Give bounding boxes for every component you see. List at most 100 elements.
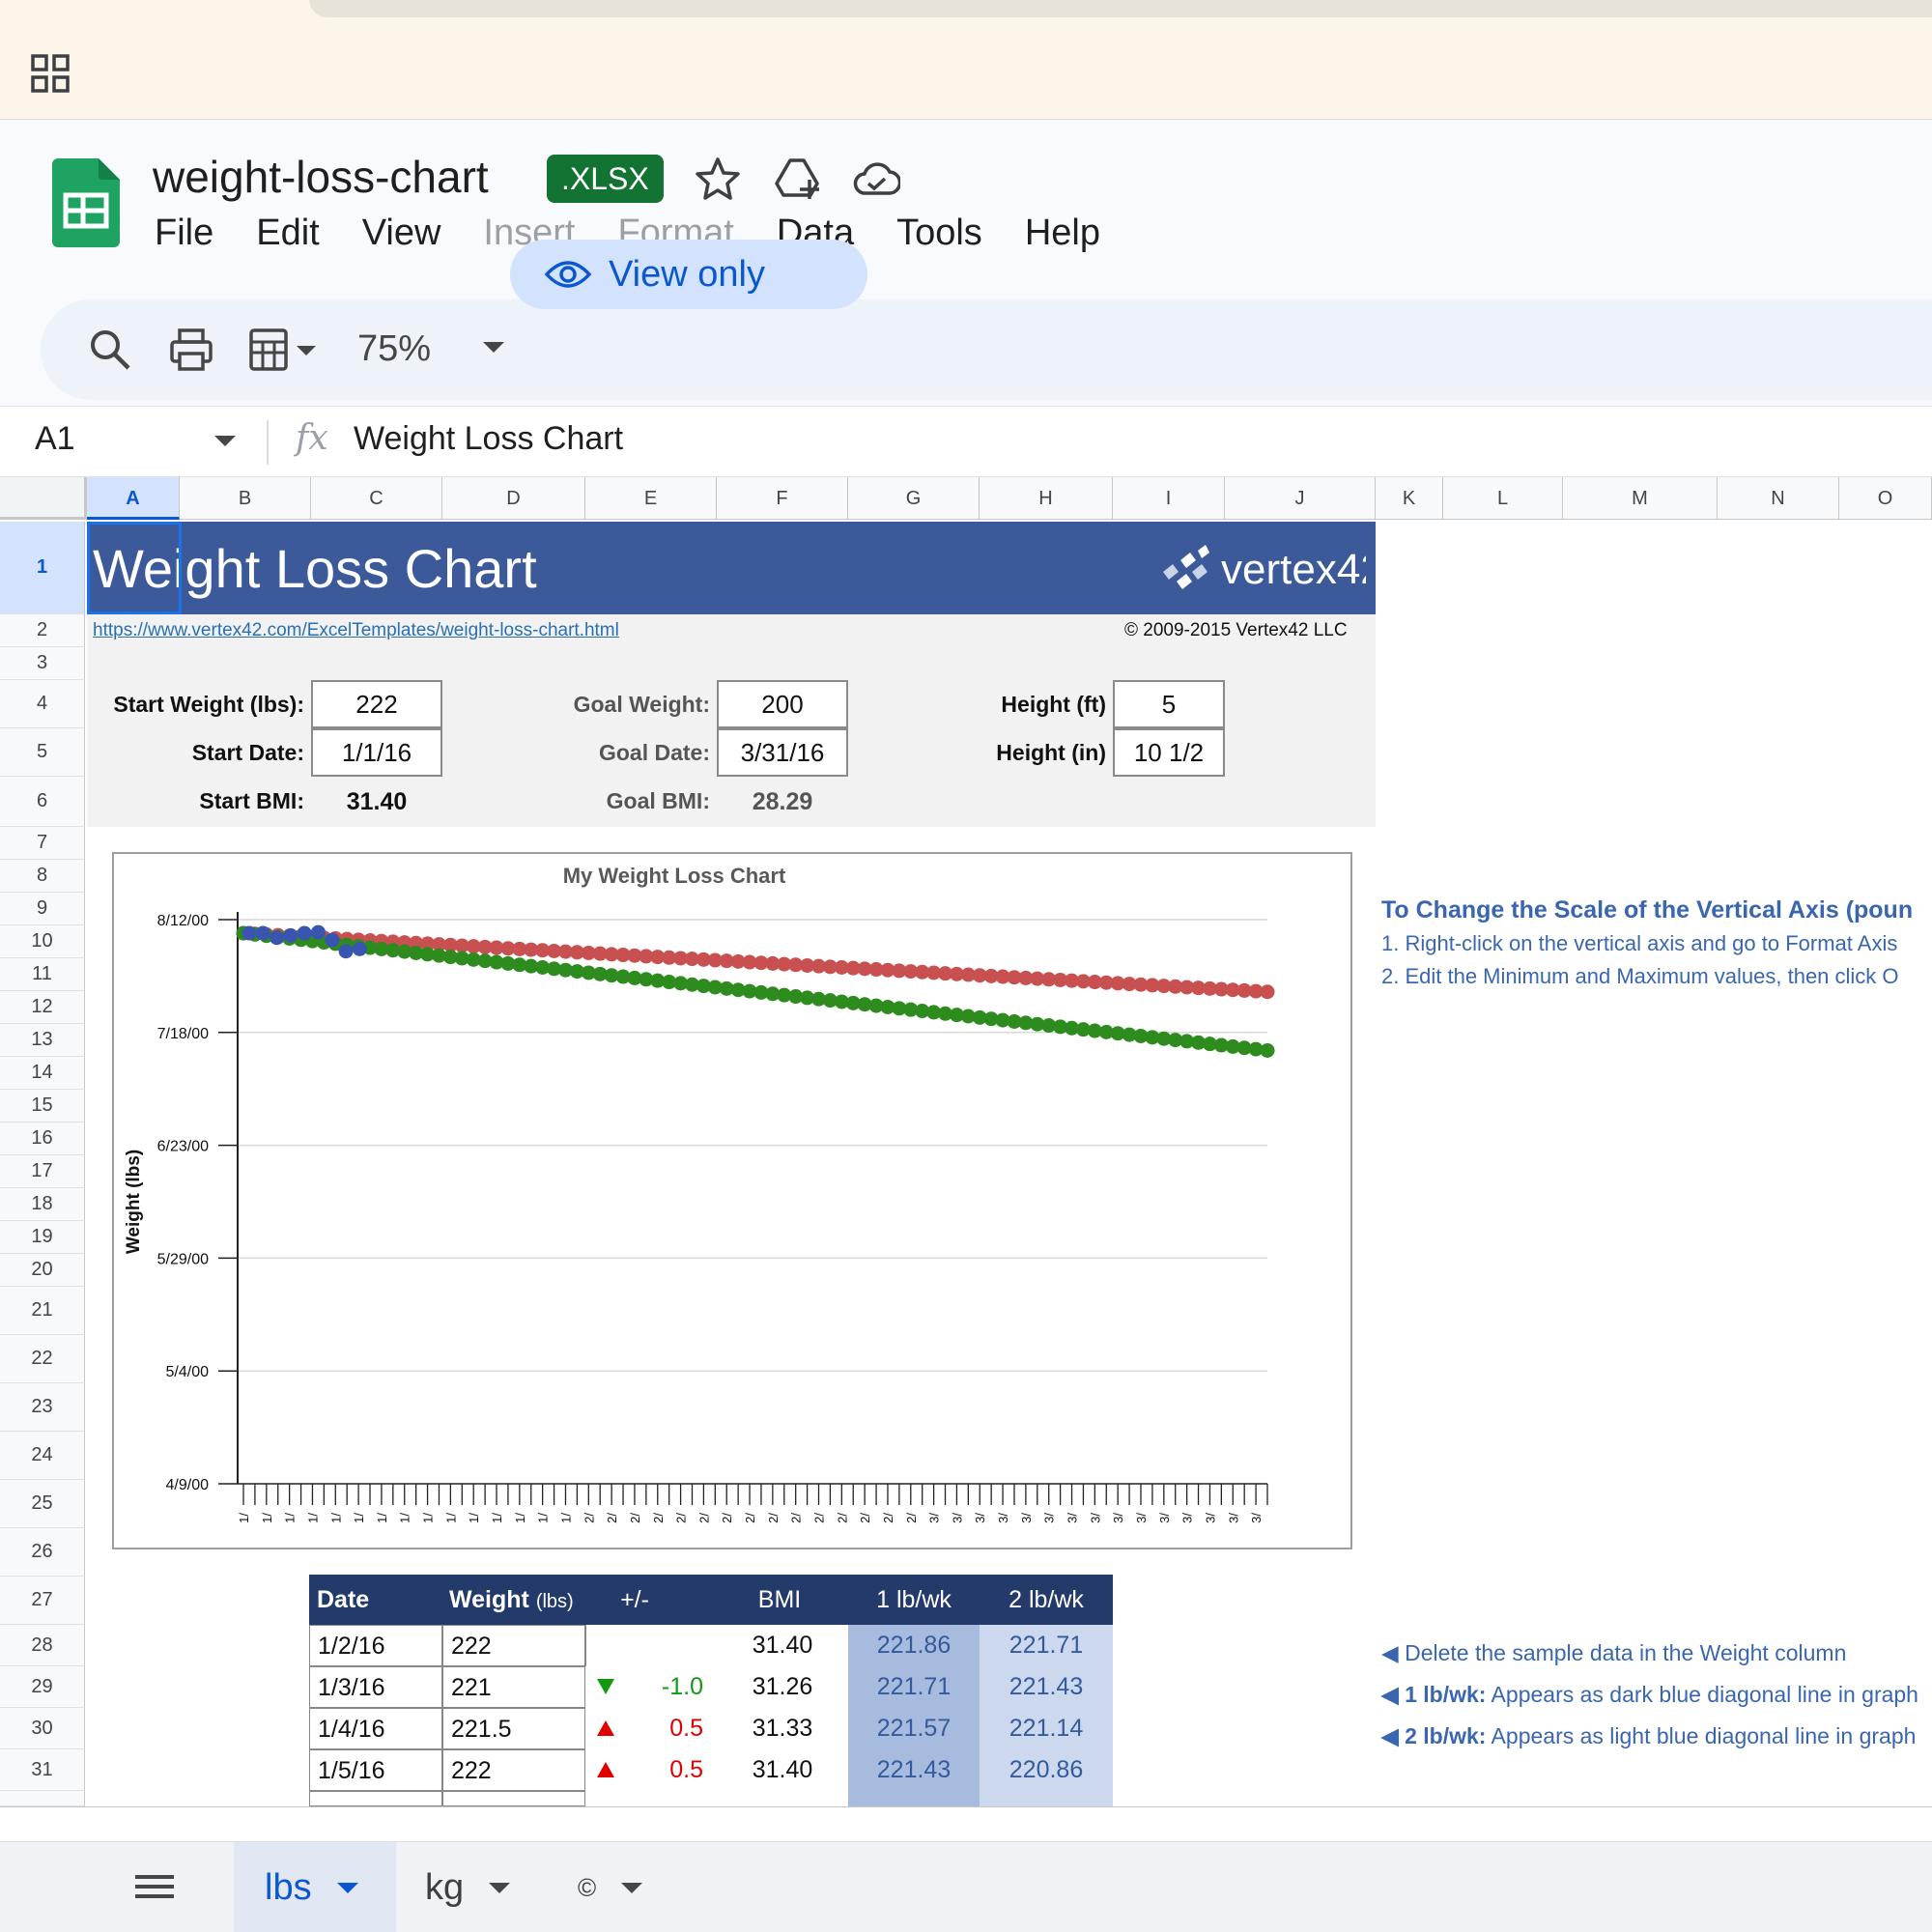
search-icon[interactable] (85, 325, 135, 375)
chevron-down-icon[interactable] (336, 1882, 358, 1893)
row-header-18[interactable]: 18 (0, 1188, 85, 1221)
cell-date[interactable]: 1/2/16 (309, 1625, 442, 1666)
column-header-d[interactable]: D (442, 477, 585, 520)
row-header-24[interactable]: 24 (0, 1432, 85, 1480)
cell-weight[interactable]: 221.5 (442, 1708, 585, 1749)
row-header-12[interactable]: 12 (0, 991, 85, 1024)
row-header-11[interactable]: 11 (0, 958, 85, 991)
menu-edit[interactable]: Edit (256, 213, 319, 254)
column-header-c[interactable]: C (311, 477, 442, 520)
row-header-2[interactable]: 2 (0, 614, 85, 647)
row-header-4[interactable]: 4 (0, 680, 85, 728)
start-weight-input[interactable]: 222 (311, 680, 442, 728)
row-header-8[interactable]: 8 (0, 860, 85, 893)
name-box[interactable]: A1 (35, 420, 75, 458)
row-header-16[interactable]: 16 (0, 1122, 85, 1155)
height-in-input[interactable]: 10 1/2 (1113, 728, 1225, 777)
row-header-5[interactable]: 5 (0, 728, 85, 777)
cell-date[interactable]: 1/3/16 (309, 1666, 442, 1708)
row-header-15[interactable]: 15 (0, 1090, 85, 1122)
name-box-dropdown-icon[interactable] (214, 436, 236, 446)
column-header-b[interactable]: B (180, 477, 311, 520)
row-header-30[interactable]: 30 (0, 1708, 85, 1749)
row-header-3[interactable]: 3 (0, 647, 85, 680)
row-header-31[interactable]: 31 (0, 1749, 85, 1791)
zoom-level[interactable]: 75% (357, 328, 431, 370)
row-header-6[interactable]: 6 (0, 777, 85, 827)
zoom-dropdown-icon[interactable] (483, 342, 504, 353)
row-header-13[interactable]: 13 (0, 1024, 85, 1057)
menu-view[interactable]: View (362, 213, 441, 254)
horizontal-scrollbar[interactable] (0, 1806, 1932, 1841)
menu-file[interactable]: File (155, 213, 213, 254)
start-date-input[interactable]: 1/1/16 (311, 728, 442, 777)
functions-calculator-icon[interactable] (243, 325, 294, 375)
formula-input[interactable]: Weight Loss Chart (354, 420, 623, 458)
menu-help[interactable]: Help (1025, 213, 1100, 254)
table-row-partial (980, 1791, 1113, 1806)
chevron-down-icon[interactable] (621, 1882, 643, 1893)
column-header-f[interactable]: F (717, 477, 848, 520)
document-title[interactable]: weight-loss-chart (153, 151, 489, 203)
row-header-14[interactable]: 14 (0, 1057, 85, 1090)
row-header-1[interactable]: 1 (0, 522, 85, 614)
goal-weight-input[interactable]: 200 (717, 680, 848, 728)
column-header-h[interactable]: H (980, 477, 1113, 520)
row-header-26[interactable]: 26 (0, 1528, 85, 1577)
selected-cell-a1[interactable] (87, 522, 182, 614)
all-sheets-menu-icon[interactable] (135, 1869, 174, 1904)
sheet-tab-lbs[interactable]: lbs (234, 1842, 396, 1932)
row-header-28[interactable]: 28 (0, 1625, 85, 1666)
weight-loss-chart[interactable]: My Weight Loss Chart Weight (lbs) 8/12/00 7… (112, 852, 1352, 1549)
column-header-m[interactable]: M (1563, 477, 1718, 520)
row-header-29[interactable]: 29 (0, 1666, 85, 1708)
row-header-7[interactable]: 7 (0, 827, 85, 860)
x-tick-label: 3/ (996, 1513, 1010, 1523)
menu-tools[interactable]: Tools (896, 213, 982, 254)
height-ft-input[interactable]: 5 (1113, 680, 1225, 728)
print-icon[interactable] (166, 325, 216, 375)
chevron-down-icon[interactable] (296, 325, 317, 375)
row-header-9[interactable]: 9 (0, 893, 85, 925)
cell-weight[interactable]: 221 (442, 1666, 585, 1708)
template-link[interactable]: https://www.vertex42.com/ExcelTemplates/… (93, 620, 619, 641)
cell-weight[interactable]: 222 (442, 1749, 585, 1791)
x-tick-label: 1/ (443, 1513, 458, 1523)
sheet-tab-kg[interactable]: kg (396, 1842, 549, 1932)
column-header-e[interactable]: E (585, 477, 717, 520)
cell-date[interactable]: 1/4/16 (309, 1708, 442, 1749)
goal-date-input[interactable]: 3/31/16 (717, 728, 848, 777)
x-tick-label: 3/ (1088, 1513, 1102, 1523)
select-all-corner[interactable] (0, 477, 87, 520)
row-header-25[interactable]: 25 (0, 1480, 85, 1528)
column-header-o[interactable]: O (1839, 477, 1932, 520)
column-header-n[interactable]: N (1718, 477, 1839, 520)
row-header-23[interactable]: 23 (0, 1383, 85, 1432)
chevron-down-icon[interactable] (489, 1882, 511, 1893)
cell-change: 0.5 (669, 1715, 703, 1742)
column-header-g[interactable]: G (848, 477, 980, 520)
star-icon[interactable] (694, 155, 742, 203)
row-header-21[interactable]: 21 (0, 1287, 85, 1335)
cell-date[interactable]: 1/5/16 (309, 1749, 442, 1791)
column-header-j[interactable]: J (1225, 477, 1376, 520)
row-header-32[interactable] (0, 1791, 85, 1806)
row-header-20[interactable]: 20 (0, 1254, 85, 1287)
cell-weight[interactable]: 222 (442, 1625, 585, 1666)
row-header-17[interactable]: 17 (0, 1155, 85, 1188)
row-header-10[interactable]: 10 (0, 925, 85, 958)
column-header-l[interactable]: L (1443, 477, 1563, 520)
row-header-19[interactable]: 19 (0, 1221, 85, 1254)
column-header-k[interactable]: K (1376, 477, 1443, 520)
column-header-i[interactable]: I (1113, 477, 1225, 520)
view-only-button[interactable]: View only (510, 240, 867, 309)
column-header-a[interactable]: A (87, 477, 180, 520)
row-header-27[interactable]: 27 (0, 1577, 85, 1625)
move-to-drive-icon[interactable] (773, 155, 821, 203)
address-bar[interactable] (309, 0, 1932, 17)
sheet-tab-copyright[interactable]: © (549, 1842, 665, 1932)
cloud-saved-icon[interactable] (852, 155, 900, 203)
row-header-22[interactable]: 22 (0, 1335, 85, 1383)
apps-grid-icon[interactable] (31, 54, 70, 93)
y-tick-label: 4/9/00 (166, 1477, 210, 1493)
